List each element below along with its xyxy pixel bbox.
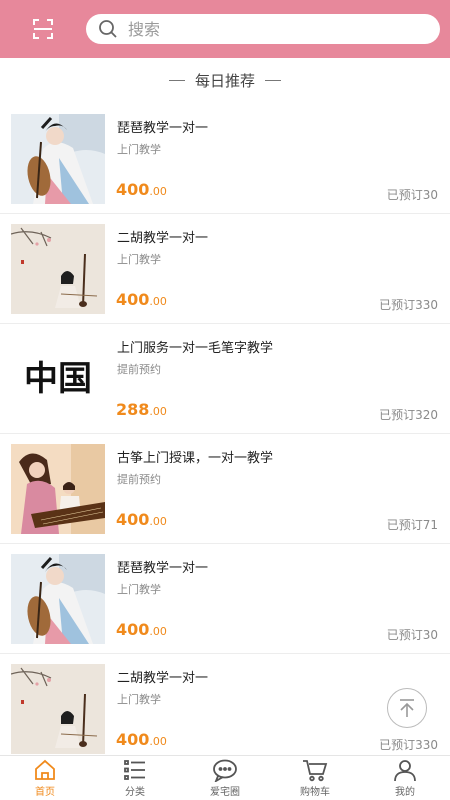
divider-left bbox=[168, 79, 185, 81]
product-subtitle: 上门教学 bbox=[117, 693, 161, 706]
calligraphy-image: 中国 bbox=[11, 334, 105, 424]
product-thumbnail bbox=[11, 114, 105, 204]
chat-bubble-icon bbox=[213, 759, 237, 782]
product-item[interactable]: 二胡教学一对一 上门教学 400.00 已预订330 bbox=[0, 214, 450, 324]
tab-label: 爱宅圈 bbox=[210, 787, 240, 798]
price-decimal: .00 bbox=[149, 405, 167, 418]
product-title: 二胡教学一对一 bbox=[117, 231, 209, 246]
tab-community[interactable]: 爱宅圈 bbox=[180, 756, 270, 800]
price-decimal: .00 bbox=[149, 515, 167, 528]
product-subtitle: 上门教学 bbox=[117, 583, 161, 596]
tab-cart[interactable]: 购物车 bbox=[270, 756, 360, 800]
section-title-text: 每日推荐 bbox=[194, 71, 255, 90]
booked-count: 已预订30 bbox=[386, 188, 438, 202]
booked-count: 已预订330 bbox=[379, 738, 438, 752]
product-title: 古筝上门授课，一对一教学 bbox=[117, 451, 274, 466]
price-integer: 400 bbox=[116, 290, 150, 309]
erhu-girl-image bbox=[11, 224, 105, 314]
divider-right bbox=[265, 79, 281, 81]
price-integer: 400 bbox=[116, 620, 150, 639]
tab-home[interactable]: 首页 bbox=[0, 756, 90, 800]
tab-label: 我的 bbox=[395, 787, 415, 798]
category-list-icon bbox=[124, 760, 145, 780]
product-subtitle: 上门教学 bbox=[117, 253, 161, 266]
price-decimal: .00 bbox=[149, 295, 167, 308]
tab-category[interactable]: 分类 bbox=[90, 756, 180, 800]
booked-count: 已预订330 bbox=[379, 298, 438, 312]
product-item[interactable]: 二胡教学一对一 上门教学 400.00 已预订330 bbox=[0, 654, 450, 764]
product-title: 琵琶教学一对一 bbox=[117, 561, 209, 576]
product-price: 400.00 bbox=[116, 290, 167, 309]
price-decimal: .00 bbox=[149, 735, 167, 748]
product-item[interactable]: 琵琶教学一对一 上门教学 400.00 已预订30 bbox=[0, 104, 450, 214]
price-integer: 400 bbox=[116, 730, 150, 749]
tab-label: 首页 bbox=[35, 787, 55, 798]
scan-button[interactable] bbox=[0, 0, 86, 58]
tab-label: 购物车 bbox=[300, 787, 330, 798]
price-integer: 400 bbox=[116, 510, 150, 529]
product-item[interactable]: 中国 上门服务一对一毛笔字教学 提前预约 288.00 已预订320 bbox=[0, 324, 450, 434]
product-thumbnail bbox=[11, 224, 105, 314]
price-decimal: .00 bbox=[149, 625, 167, 638]
product-subtitle: 提前预约 bbox=[117, 363, 161, 376]
pipa-woman-image bbox=[11, 554, 105, 644]
product-item[interactable]: 琵琶教学一对一 上门教学 400.00 已预订30 bbox=[0, 544, 450, 654]
product-subtitle: 上门教学 bbox=[117, 143, 161, 156]
erhu-girl-image bbox=[11, 664, 105, 754]
top-header bbox=[0, 0, 450, 58]
product-title: 二胡教学一对一 bbox=[117, 671, 209, 686]
booked-count: 已预订30 bbox=[386, 628, 438, 642]
tab-profile[interactable]: 我的 bbox=[360, 756, 450, 800]
price-decimal: .00 bbox=[149, 185, 167, 198]
product-item[interactable]: 古筝上门授课，一对一教学 提前预约 400.00 已预订71 bbox=[0, 434, 450, 544]
product-title: 上门服务一对一毛笔字教学 bbox=[117, 341, 274, 356]
user-icon bbox=[394, 760, 416, 782]
booked-count: 已预订71 bbox=[386, 518, 438, 532]
calligraphy-text: 中国 bbox=[24, 359, 92, 399]
product-price: 400.00 bbox=[116, 180, 167, 199]
product-price: 288.00 bbox=[116, 400, 167, 419]
section-title: 每日推荐 bbox=[0, 58, 450, 102]
guzheng-lesson-image bbox=[11, 444, 105, 534]
cart-icon bbox=[303, 760, 328, 782]
product-price: 400.00 bbox=[116, 620, 167, 639]
price-integer: 400 bbox=[116, 180, 150, 199]
product-list: 琵琶教学一对一 上门教学 400.00 已预订30 二胡教学一对一 上门教学 4… bbox=[0, 104, 450, 764]
product-price: 400.00 bbox=[116, 730, 167, 749]
search-icon bbox=[99, 20, 117, 38]
search-input[interactable] bbox=[128, 19, 408, 39]
search-bar[interactable] bbox=[86, 14, 440, 44]
pipa-woman-image bbox=[11, 114, 105, 204]
bottom-tab-bar: 首页 分类 爱宅圈 购物车 我的 bbox=[0, 755, 450, 800]
product-price: 400.00 bbox=[116, 510, 167, 529]
scan-icon bbox=[33, 19, 53, 39]
booked-count: 已预订320 bbox=[379, 408, 438, 422]
back-to-top-button[interactable] bbox=[387, 688, 427, 728]
tab-label: 分类 bbox=[125, 787, 145, 798]
product-thumbnail: 中国 bbox=[11, 334, 105, 424]
product-thumbnail bbox=[11, 554, 105, 644]
price-integer: 288 bbox=[116, 400, 150, 419]
arrow-up-icon bbox=[400, 699, 414, 717]
home-icon bbox=[35, 759, 55, 780]
product-title: 琵琶教学一对一 bbox=[117, 121, 209, 136]
product-thumbnail bbox=[11, 444, 105, 534]
product-subtitle: 提前预约 bbox=[117, 473, 161, 486]
product-thumbnail bbox=[11, 664, 105, 754]
